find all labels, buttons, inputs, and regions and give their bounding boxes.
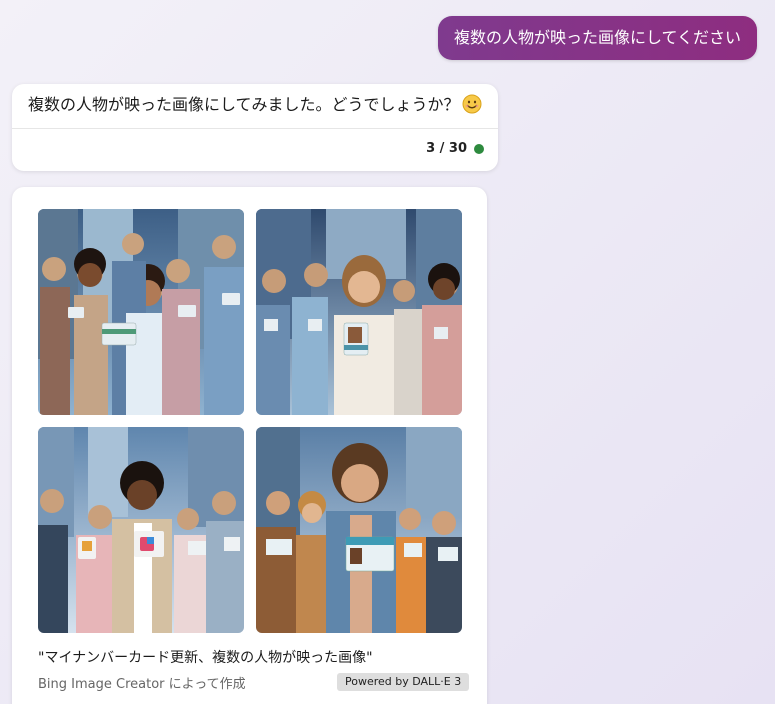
- bot-reply: 複数の人物が映った画像にしてみました。どうでしょうか？: [28, 94, 482, 116]
- turn-counter: 3 / 30: [426, 141, 484, 156]
- reply-divider: [12, 128, 498, 129]
- status-dot: [474, 143, 484, 154]
- powered-by-badge: Powered by DALL·E 3: [337, 673, 470, 691]
- generated-image-3[interactable]: [38, 427, 244, 633]
- turn-counter-text: 3 / 30: [426, 141, 467, 156]
- user-message-bubble: 複数の人物が映った画像にしてください: [437, 16, 757, 60]
- generated-image-4[interactable]: [256, 427, 462, 633]
- generated-image-1[interactable]: [38, 209, 244, 415]
- image-caption: "マイナンバーカード更新、複数の人物が映った画像": [38, 650, 373, 666]
- generated-image-2[interactable]: [256, 209, 462, 415]
- smiling-face-emoji-icon: [462, 94, 482, 114]
- image-result-card: "マイナンバーカード更新、複数の人物が映った画像" Bing Image Cre…: [12, 187, 487, 704]
- creator-credit: Bing Image Creator によって作成: [38, 677, 246, 692]
- user-message-text: 複数の人物が映った画像にしてください: [453, 28, 741, 47]
- bot-reply-text: 複数の人物が映った画像にしてみました。どうでしょうか？: [28, 95, 460, 114]
- bot-reply-card: 複数の人物が映った画像にしてみました。どうでしょうか？ 3 / 30: [12, 84, 498, 171]
